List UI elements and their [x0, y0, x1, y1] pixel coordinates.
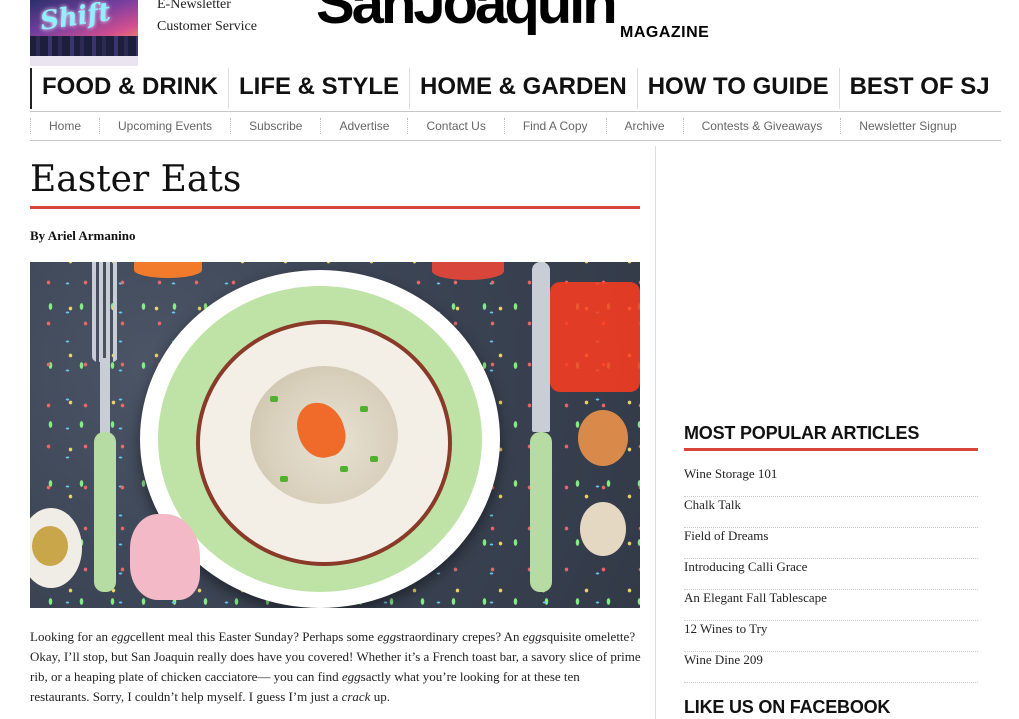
cover-footer-band — [30, 56, 138, 66]
most-popular-rule — [684, 448, 978, 451]
fork-icon — [88, 262, 122, 592]
popular-article-link[interactable]: Field of Dreams — [684, 528, 978, 559]
main-navigation: FOOD & DRINK LIFE & STYLE HOME & GARDEN … — [30, 66, 1001, 112]
article-body: Looking for an eggcellent meal this East… — [30, 629, 641, 704]
quail-egg — [580, 502, 626, 556]
article-title: Easter Eats — [30, 159, 242, 200]
site-logo[interactable]: SanJoaquin — [316, 0, 618, 34]
popular-article-link[interactable]: An Elegant Fall Tablescape — [684, 590, 978, 621]
popular-article-link[interactable]: Wine Dine 209 — [684, 652, 978, 683]
subnav-upcoming-events[interactable]: Upcoming Events — [99, 118, 230, 134]
subnav-contact-us[interactable]: Contact Us — [407, 118, 503, 134]
nav-best-of-sj[interactable]: BEST OF SJ — [838, 68, 1000, 109]
red-drink-glass — [550, 282, 640, 392]
customer-service-link[interactable]: Customer Service — [157, 16, 257, 38]
bunny-cookie-cutter — [130, 514, 200, 600]
e-newsletter-link[interactable]: E-Newsletter — [157, 0, 257, 16]
magazine-cover-thumbnail[interactable]: Shift — [30, 0, 138, 66]
most-popular-heading: MOST POPULAR ARTICLES — [684, 423, 920, 443]
title-underline — [30, 206, 640, 209]
secondary-navigation: Home Upcoming Events Subscribe Advertise… — [30, 112, 1001, 141]
most-popular-list: Wine Storage 101 Chalk Talk Field of Dre… — [684, 466, 978, 683]
nav-life-style[interactable]: LIFE & STYLE — [228, 68, 409, 109]
site-logo-subtitle: MAGAZINE — [620, 24, 710, 41]
subnav-advertise[interactable]: Advertise — [320, 118, 407, 134]
aspic-dish — [250, 366, 398, 504]
red-sauce-bowl — [432, 262, 504, 280]
easter-egg — [578, 410, 628, 466]
article-hero-image — [30, 262, 640, 608]
popular-article-link[interactable]: Wine Storage 101 — [684, 466, 978, 497]
sidebar-divider — [655, 146, 656, 719]
top-links: E-Newsletter Customer Service — [157, 0, 257, 38]
subnav-newsletter-signup[interactable]: Newsletter Signup — [840, 118, 974, 134]
popular-article-link[interactable]: 12 Wines to Try — [684, 621, 978, 652]
subnav-subscribe[interactable]: Subscribe — [230, 118, 320, 134]
carrot-bunny — [291, 397, 351, 463]
nav-how-to-guide[interactable]: HOW TO GUIDE — [636, 68, 839, 109]
cover-skyline — [30, 36, 138, 56]
subnav-contests-giveaways[interactable]: Contests & Giveaways — [682, 118, 841, 134]
subnav-home[interactable]: Home — [30, 118, 99, 134]
nav-food-drink[interactable]: FOOD & DRINK — [30, 68, 228, 109]
facebook-heading: LIKE US ON FACEBOOK — [684, 697, 891, 717]
subnav-find-a-copy[interactable]: Find A Copy — [503, 118, 606, 134]
article-byline: By Ariel Armanino — [30, 228, 136, 243]
popular-article-link[interactable]: Introducing Calli Grace — [684, 559, 978, 590]
cover-title: Shift — [38, 0, 113, 37]
orange-garnish — [134, 262, 202, 278]
nav-home-garden[interactable]: HOME & GARDEN — [409, 68, 637, 109]
popular-article-link[interactable]: Chalk Talk — [684, 497, 978, 528]
subnav-archive[interactable]: Archive — [605, 118, 683, 134]
